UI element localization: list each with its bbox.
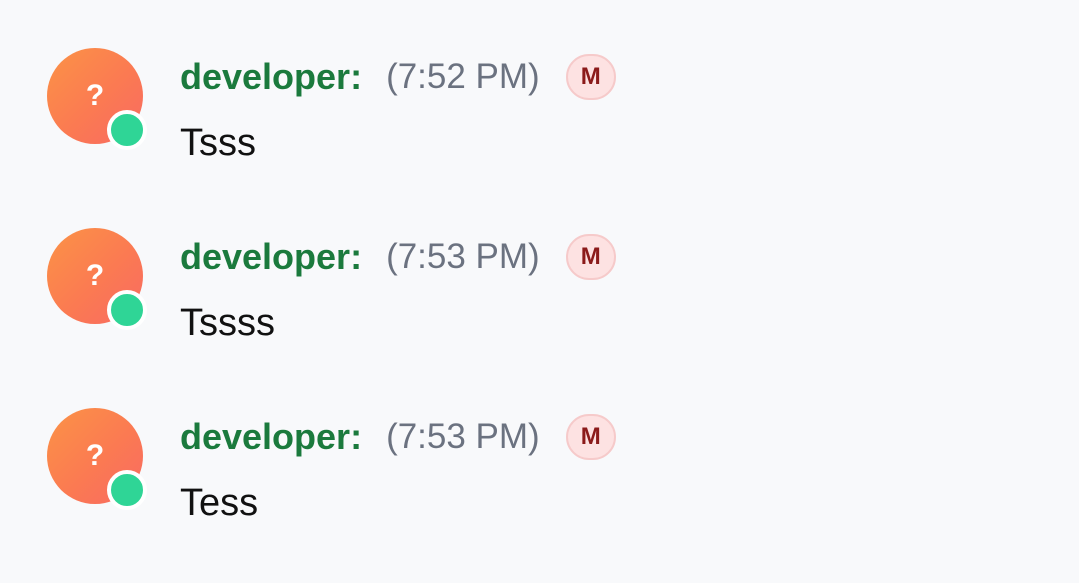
author-name[interactable]: developer: — [180, 56, 362, 98]
online-status-icon — [107, 290, 147, 330]
author-badge: M — [565, 414, 616, 460]
message-text: Tsss — [180, 122, 256, 164]
message-item: ? developer: (7:53 PM) M Tssss — [0, 180, 1079, 360]
message-text: Tess — [180, 482, 259, 524]
online-status-icon — [107, 110, 147, 150]
message-timestamp: (7:52 PM) — [386, 57, 540, 96]
author-badge: M — [565, 54, 616, 100]
message-header: developer: (7:53 PM) M — [180, 412, 616, 462]
author-name[interactable]: developer: — [180, 416, 362, 458]
author-name[interactable]: developer: — [180, 236, 362, 278]
message-item: ? developer: (7:53 PM) M Tess — [0, 360, 1079, 540]
message-header: developer: (7:52 PM) M — [180, 52, 616, 102]
message-text: Tssss — [180, 302, 275, 344]
message-timestamp: (7:53 PM) — [386, 417, 540, 456]
message-item: ? developer: (7:52 PM) M Tsss — [0, 0, 1079, 180]
author-badge: M — [565, 234, 616, 280]
message-list: ? developer: (7:52 PM) M Tsss ? develope… — [0, 0, 1079, 583]
message-header: developer: (7:53 PM) M — [180, 232, 616, 282]
message-timestamp: (7:53 PM) — [386, 237, 540, 276]
online-status-icon — [107, 470, 147, 510]
